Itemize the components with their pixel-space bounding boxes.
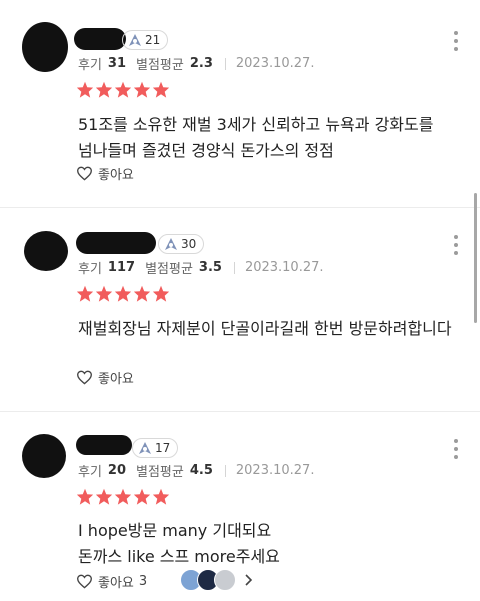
star-icon xyxy=(114,81,132,98)
avatar xyxy=(214,569,236,591)
rating-avg-label: 별점평균 xyxy=(136,465,184,480)
review-meta: 후기 117 별점평균 3.5 2023.10.27. xyxy=(78,258,324,277)
avatar[interactable] xyxy=(22,434,66,478)
star-icon xyxy=(133,488,151,505)
rating-avg-label: 별점평균 xyxy=(145,262,193,277)
more-options-button[interactable] xyxy=(452,439,460,459)
like-button[interactable]: 좋아요 3 xyxy=(76,572,147,591)
level-value: 17 xyxy=(155,441,171,455)
like-label: 좋아요 xyxy=(98,168,134,183)
review-date: 2023.10.27. xyxy=(235,463,315,478)
review-text: I hope방문 many 기대되요 돈까스 like 스프 more주세요 xyxy=(78,521,280,566)
level-badge: 21 xyxy=(122,30,169,50)
review-date: 2023.10.27. xyxy=(244,260,324,275)
level-badge-icon xyxy=(139,442,151,454)
avatar[interactable] xyxy=(24,231,68,271)
star-icon xyxy=(152,488,170,505)
review-text: 51조를 소유한 재벌 3세가 신뢰하고 뉴욕과 강화도를 넘나들며 즐겼던 경… xyxy=(78,115,434,160)
divider xyxy=(0,207,480,208)
star-icon xyxy=(133,81,151,98)
star-icon xyxy=(76,285,94,302)
review-meta: 후기 20 별점평균 4.5 2023.10.27. xyxy=(78,461,314,480)
redacted-username[interactable] xyxy=(76,435,132,455)
avatar[interactable] xyxy=(22,22,68,72)
scrollbar[interactable] xyxy=(474,193,477,323)
review-date: 2023.10.27. xyxy=(235,56,315,71)
review-count: 117 xyxy=(107,260,136,275)
like-label: 좋아요 xyxy=(98,372,134,387)
heart-outline-icon xyxy=(76,574,93,589)
rating-avg: 4.5 xyxy=(189,463,213,478)
star-icon xyxy=(76,488,94,505)
star-icon xyxy=(114,488,132,505)
more-vertical-icon xyxy=(454,235,458,239)
review-count: 31 xyxy=(107,56,127,71)
liker-avatars[interactable] xyxy=(180,569,254,591)
level-value: 30 xyxy=(181,237,197,251)
level-badge-icon xyxy=(129,34,141,46)
like-button[interactable]: 좋아요 xyxy=(76,368,134,387)
chevron-right-icon xyxy=(245,574,253,586)
like-label: 좋아요 xyxy=(98,576,134,591)
like-count: 3 xyxy=(138,574,148,589)
level-badge: 17 xyxy=(132,438,179,458)
star-rating xyxy=(76,488,170,505)
star-icon xyxy=(114,285,132,302)
more-vertical-icon xyxy=(454,439,458,443)
review-meta: 후기 31 별점평균 2.3 2023.10.27. xyxy=(78,54,314,73)
heart-outline-icon xyxy=(76,370,93,385)
redacted-username[interactable] xyxy=(74,28,126,50)
divider xyxy=(0,411,480,412)
star-icon xyxy=(95,488,113,505)
star-rating xyxy=(76,81,170,98)
like-button[interactable]: 좋아요 xyxy=(76,164,134,183)
level-badge-icon xyxy=(165,238,177,250)
star-icon xyxy=(95,81,113,98)
review-count-label: 후기 xyxy=(78,465,102,480)
redacted-username[interactable] xyxy=(76,232,156,254)
heart-outline-icon xyxy=(76,166,93,181)
level-value: 21 xyxy=(145,33,161,47)
more-vertical-icon xyxy=(454,31,458,35)
star-rating xyxy=(76,285,170,302)
rating-avg: 3.5 xyxy=(198,260,222,275)
review-count-label: 후기 xyxy=(78,262,102,277)
star-icon xyxy=(152,285,170,302)
review-text: 재벌회장님 자제분이 단골이라길래 한번 방문하려합니다 xyxy=(78,319,452,338)
review-count-label: 후기 xyxy=(78,58,102,73)
star-icon xyxy=(152,81,170,98)
more-options-button[interactable] xyxy=(452,31,460,51)
review-count: 20 xyxy=(107,463,127,478)
star-icon xyxy=(133,285,151,302)
more-options-button[interactable] xyxy=(452,235,460,255)
star-icon xyxy=(76,81,94,98)
level-badge: 30 xyxy=(158,234,205,254)
star-icon xyxy=(95,285,113,302)
rating-avg: 2.3 xyxy=(189,56,213,71)
rating-avg-label: 별점평균 xyxy=(136,58,184,73)
